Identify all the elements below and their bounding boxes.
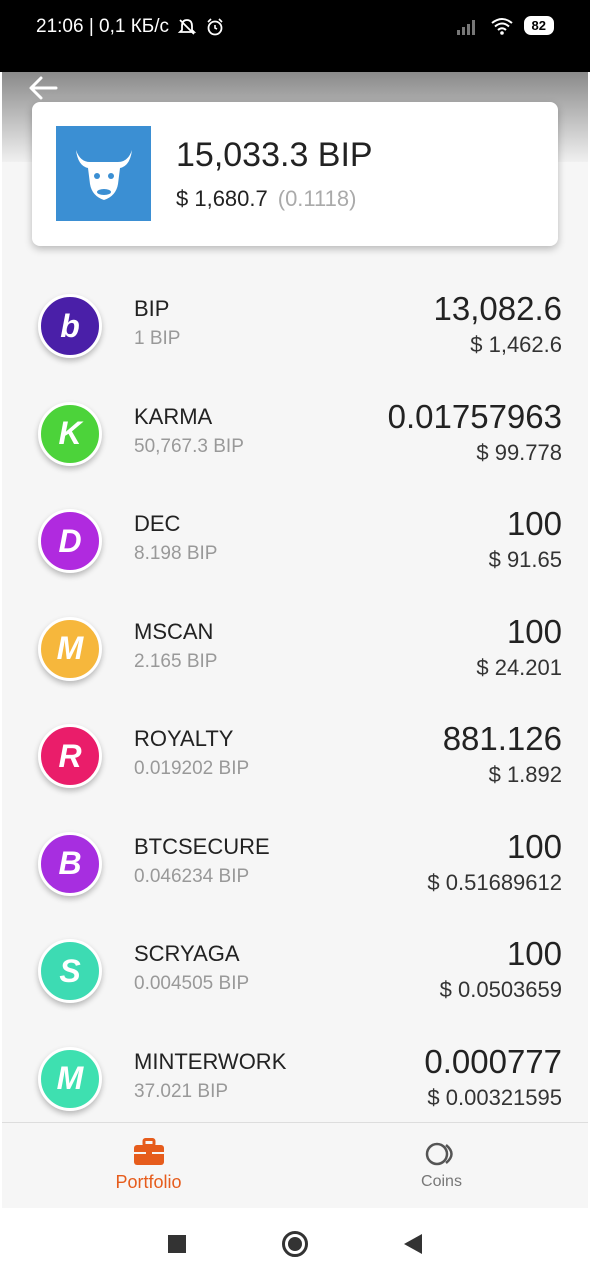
coin-logo-icon: D — [38, 509, 102, 573]
battery-indicator: 82 — [523, 16, 554, 35]
coin-logo-letter: B — [58, 845, 82, 881]
coin-name: BIP — [134, 296, 170, 321]
coin-logo-icon: R — [38, 724, 102, 788]
tab-coins-label: Coins — [421, 1172, 462, 1190]
total-usd-value: $ 1,680.7 — [176, 186, 268, 211]
coin-bip-value: 2.165 BIP — [134, 650, 218, 672]
back-arrow-icon[interactable] — [26, 74, 60, 102]
coin-amount: 100 — [506, 935, 562, 972]
coin-bip-value: 0.004505 BIP — [134, 973, 250, 994]
system-navigation-bar — [0, 1208, 590, 1280]
tab-portfolio[interactable]: Portfolio — [2, 1123, 295, 1208]
tab-portfolio-label: Portfolio — [115, 1172, 182, 1192]
bottom-navigation: Portfolio Coins — [2, 1122, 588, 1208]
coin-amount: 881.126 — [442, 720, 562, 757]
recents-button[interactable] — [168, 1235, 186, 1253]
coin-list: b BIP 1 BIP 13,082.6 $ 1,462.6 K KARMA 50,767.3… — [2, 280, 588, 1140]
coin-name: DEC — [134, 511, 181, 536]
signal-icon — [456, 19, 475, 35]
coin-usd-value: $ 0.00321595 — [427, 1084, 562, 1110]
coin-logo-letter: S — [59, 952, 81, 989]
coin-logo-letter: K — [58, 415, 82, 451]
coin-logo-icon: K — [38, 401, 102, 466]
coin-row[interactable]: D DEC 8.198 BIP 100 $ 91.65 — [2, 495, 588, 603]
silent-bell-icon — [177, 19, 197, 35]
coin-usd-value: $ 0.0503659 — [439, 977, 562, 1002]
wifi-icon — [490, 17, 513, 35]
coin-amount: 100 — [506, 612, 562, 650]
coin-row[interactable]: b BIP 1 BIP 13,082.6 $ 1,462.6 — [2, 280, 588, 388]
bip-rate: (0.1118) — [277, 186, 357, 211]
coin-bip-value: 1 BIP — [134, 328, 181, 349]
app-screen: 15,033.3 BIP $ 1,680.7 (0.1118) b BIP 1 BIP… — [2, 72, 588, 1208]
coin-name: ROYALTY — [134, 726, 234, 751]
coin-name: BTCSECURE — [134, 833, 270, 859]
home-button-dot — [288, 1237, 302, 1251]
status-time: 21:06 | 0,1 КБ/с — [36, 16, 170, 37]
status-right: 82 — [456, 16, 554, 35]
coin-logo-letter: M — [56, 1060, 84, 1096]
coin-bip-value: 50,767.3 BIP — [134, 435, 244, 457]
coin-logo-icon: b — [38, 294, 102, 358]
home-button[interactable] — [282, 1231, 308, 1257]
coin-bip-value: 37.021 BIP — [134, 1080, 229, 1102]
tab-coins[interactable]: Coins — [295, 1123, 588, 1208]
coin-row[interactable]: S SCRYAGA 0.004505 BIP 100 $ 0.0503659 — [2, 925, 588, 1033]
coin-bip-value: 0.019202 BIP — [134, 758, 250, 779]
coin-usd-value: $ 1,462.6 — [470, 332, 562, 357]
system-back-button[interactable] — [404, 1234, 422, 1254]
coin-logo-icon: M — [38, 616, 102, 681]
coin-amount: 100 — [506, 827, 562, 865]
coin-logo-icon: S — [38, 939, 102, 1003]
coin-amount: 100 — [506, 505, 562, 542]
coin-usd-value: $ 99.778 — [476, 439, 562, 465]
coin-amount: 13,082.6 — [433, 290, 562, 327]
briefcase-icon — [133, 1138, 164, 1165]
coin-usd-value: $ 0.51689612 — [427, 869, 562, 895]
total-usd-balance: $ 1,680.7 (0.1118) — [176, 186, 356, 212]
total-bip-balance: 15,033.3 BIP — [176, 136, 373, 174]
portfolio-summary-card: 15,033.3 BIP $ 1,680.7 (0.1118) — [32, 102, 558, 246]
coin-logo-letter: b — [60, 307, 80, 344]
status-bar: 21:06 | 0,1 КБ/с 82 — [0, 0, 590, 72]
coin-amount: 0.000777 — [424, 1042, 562, 1080]
coin-name: MINTERWORK — [134, 1048, 287, 1074]
coin-logo-letter: D — [58, 522, 82, 559]
coin-usd-value: $ 24.201 — [476, 654, 562, 680]
coin-bip-value: 0.046234 BIP — [134, 865, 250, 887]
coin-row[interactable]: R ROYALTY 0.019202 BIP 881.126 $ 1.892 — [2, 710, 588, 818]
coins-icon — [425, 1142, 453, 1165]
status-left: 21:06 | 0,1 КБ/с — [36, 16, 225, 38]
alarm-icon — [207, 18, 223, 36]
coin-usd-value: $ 1.892 — [488, 762, 562, 787]
coin-logo-letter: M — [56, 630, 84, 666]
coin-logo-icon: B — [38, 831, 102, 896]
coin-usd-value: $ 91.65 — [488, 547, 562, 572]
coin-name: KARMA — [134, 403, 213, 429]
coin-amount: 0.01757963 — [387, 397, 562, 435]
coin-row[interactable]: B BTCSECURE 0.046234 BIP 100 $ 0.51689612 — [2, 818, 588, 926]
coin-logo-letter: R — [58, 737, 82, 774]
coin-name: SCRYAGA — [134, 941, 240, 966]
coin-row[interactable]: M MSCAN 2.165 BIP 100 $ 24.201 — [2, 603, 588, 711]
coin-bip-value: 8.198 BIP — [134, 543, 218, 564]
bull-logo-icon — [56, 126, 151, 221]
coin-row[interactable]: K KARMA 50,767.3 BIP 0.01757963 $ 99.778 — [2, 388, 588, 496]
coin-name: MSCAN — [134, 618, 214, 644]
coin-logo-icon: M — [38, 1046, 102, 1111]
